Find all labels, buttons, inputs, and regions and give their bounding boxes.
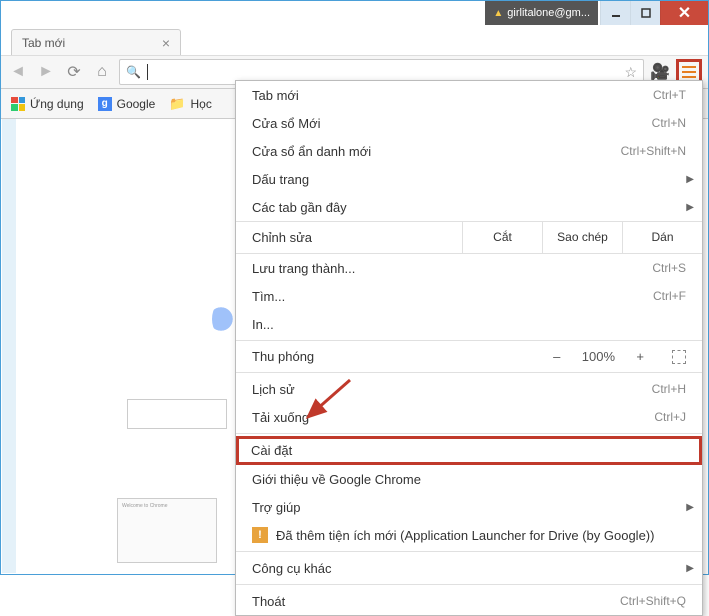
menu-exit[interactable]: Thoát Ctrl+Shift+Q xyxy=(236,587,702,615)
bookmark-label: Google xyxy=(117,97,156,111)
warning-icon: ▲ xyxy=(493,8,503,19)
menu-copy[interactable]: Sao chép xyxy=(542,222,622,253)
maximize-button[interactable] xyxy=(630,1,660,25)
menu-settings[interactable]: Cài đặt xyxy=(236,436,702,465)
chevron-right-icon: ▶ xyxy=(686,563,694,574)
home-button[interactable]: ⌂ xyxy=(91,61,113,83)
zoom-value: 100% xyxy=(578,349,618,364)
apps-icon xyxy=(11,97,25,111)
fullscreen-icon[interactable] xyxy=(672,350,686,364)
apps-label: Ứng dụng xyxy=(30,97,84,111)
menu-recent-tabs[interactable]: Các tab gần đây ▶ xyxy=(236,193,702,221)
account-email: girlitalone@gm... xyxy=(507,7,590,19)
extension-icon[interactable]: 🎥 xyxy=(650,62,670,82)
bookmarks-apps[interactable]: Ứng dụng xyxy=(11,97,84,111)
folder-icon: 📁 xyxy=(169,96,185,112)
chevron-right-icon: ▶ xyxy=(686,202,694,213)
chevron-right-icon: ▶ xyxy=(686,502,694,513)
menu-new-tab[interactable]: Tab mới Ctrl+T xyxy=(236,81,702,109)
text-cursor xyxy=(147,64,148,80)
menu-edit-label: Chỉnh sửa xyxy=(236,222,462,253)
tab-strip: Tab mới × xyxy=(1,25,708,55)
close-tab-icon[interactable]: × xyxy=(162,35,170,51)
menu-bookmarks[interactable]: Dấu trang ▶ xyxy=(236,165,702,193)
extension-notice-text: Đã thêm tiện ích mới (Application Launch… xyxy=(276,528,654,543)
bookmark-label: Học xyxy=(191,97,212,111)
menu-cut[interactable]: Cắt xyxy=(462,222,542,253)
back-button[interactable]: ◄ xyxy=(7,61,29,83)
most-visited-thumbnail[interactable]: Welcome to Chrome xyxy=(117,498,217,563)
menu-history[interactable]: Lịch sử Ctrl+H xyxy=(236,375,702,403)
bookmark-google[interactable]: g Google xyxy=(98,97,156,111)
reload-button[interactable]: ⟳ xyxy=(63,61,85,83)
signed-in-account[interactable]: ▲ girlitalone@gm... xyxy=(485,1,598,25)
menu-edit-row: Chỉnh sửa Cắt Sao chép Dán xyxy=(236,221,702,254)
bookmark-star-icon[interactable]: ☆ xyxy=(624,64,637,81)
menu-print[interactable]: In... xyxy=(236,310,702,338)
close-window-button[interactable]: ✕ xyxy=(660,1,708,25)
menu-separator xyxy=(236,584,702,585)
forward-button[interactable]: ► xyxy=(35,61,57,83)
titlebar: ▲ girlitalone@gm... ✕ xyxy=(1,1,708,25)
menu-paste[interactable]: Dán xyxy=(622,222,702,253)
menu-separator xyxy=(236,433,702,434)
minimize-button[interactable] xyxy=(600,1,630,25)
tab-new[interactable]: Tab mới × xyxy=(11,29,181,55)
chevron-right-icon: ▶ xyxy=(686,174,694,185)
menu-save-as[interactable]: Lưu trang thành... Ctrl+S xyxy=(236,254,702,282)
menu-separator xyxy=(236,340,702,341)
menu-more-tools[interactable]: Công cụ khác ▶ xyxy=(236,554,702,582)
window-edge-decoration xyxy=(2,119,16,573)
chrome-menu: Tab mới Ctrl+T Cửa sổ Mới Ctrl+N Cửa sổ … xyxy=(235,80,703,616)
menu-zoom-row: Thu phóng – 100% + xyxy=(236,343,702,370)
zoom-label: Thu phóng xyxy=(252,349,553,364)
bookmark-folder-hoc[interactable]: 📁 Học xyxy=(169,96,212,112)
menu-help[interactable]: Trợ giúp ▶ xyxy=(236,493,702,521)
menu-extension-notice[interactable]: ! Đã thêm tiện ích mới (Application Laun… xyxy=(236,521,702,549)
menu-new-window[interactable]: Cửa sổ Mới Ctrl+N xyxy=(236,109,702,137)
alert-badge-icon: ! xyxy=(252,527,268,543)
search-icon: 🔍 xyxy=(126,65,141,79)
menu-separator xyxy=(236,372,702,373)
menu-about-chrome[interactable]: Giới thiệu về Google Chrome xyxy=(236,465,702,493)
menu-incognito[interactable]: Cửa sổ ẩn danh mới Ctrl+Shift+N xyxy=(236,137,702,165)
menu-downloads[interactable]: Tải xuống Ctrl+J xyxy=(236,403,702,431)
zoom-out-button[interactable]: – xyxy=(553,349,560,364)
tab-title: Tab mới xyxy=(22,36,65,50)
ntp-search-box-fragment[interactable] xyxy=(127,399,227,429)
google-icon: g xyxy=(98,97,112,111)
zoom-in-button[interactable]: + xyxy=(636,349,644,364)
menu-separator xyxy=(236,551,702,552)
menu-find[interactable]: Tìm... Ctrl+F xyxy=(236,282,702,310)
